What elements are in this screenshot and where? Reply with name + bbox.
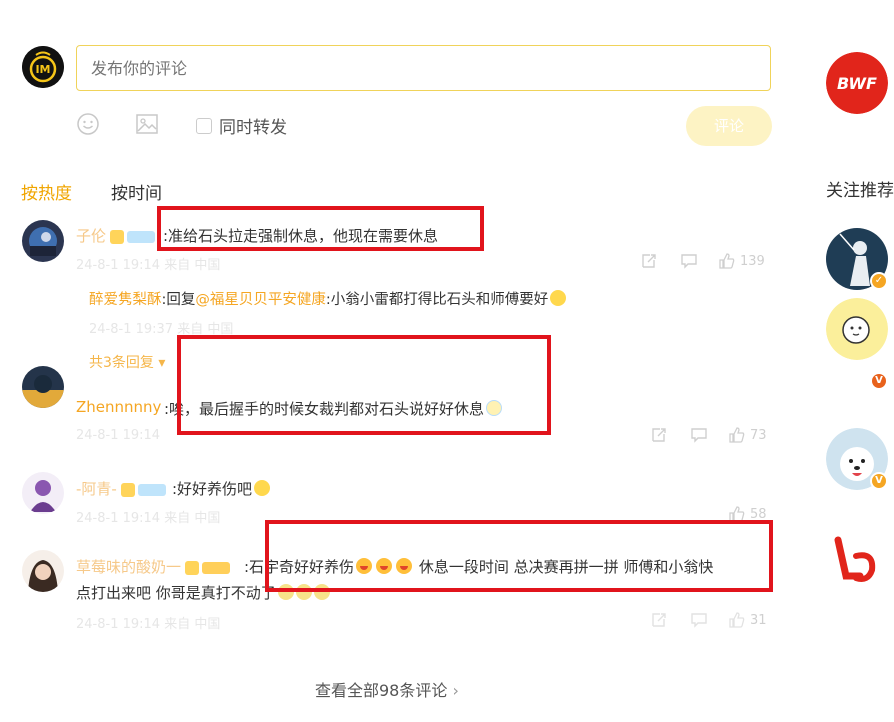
tab-by-time[interactable]: 按时间 bbox=[111, 179, 162, 204]
highlight-box bbox=[265, 520, 773, 592]
verified-badge-icon: ✓ bbox=[870, 272, 888, 290]
repost-option[interactable]: 同时转发 bbox=[196, 113, 287, 138]
emoji-icon[interactable] bbox=[76, 112, 100, 136]
vip-tag-icon bbox=[127, 230, 156, 243]
svg-text:BWF: BWF bbox=[837, 74, 877, 93]
comment-reply-icon[interactable] bbox=[680, 252, 698, 270]
member-badge-icon bbox=[185, 560, 200, 575]
comment-text-part: 点打出来吧 你哥是真打不动了 bbox=[76, 584, 276, 602]
highlight-box bbox=[157, 206, 484, 251]
share-icon[interactable] bbox=[650, 611, 668, 629]
like-button[interactable]: 31 bbox=[728, 611, 767, 629]
like-count: 31 bbox=[750, 612, 767, 628]
comment-header: 草莓味的酸奶一 bbox=[76, 556, 231, 577]
repost-checkbox[interactable] bbox=[196, 117, 212, 134]
user-avatar[interactable]: IM bbox=[22, 46, 64, 88]
comment-reply-icon[interactable] bbox=[690, 611, 708, 629]
comment-reply-icon[interactable] bbox=[690, 426, 708, 444]
highlight-box bbox=[177, 335, 551, 435]
member-badge-icon bbox=[120, 482, 135, 497]
comment-author[interactable]: 草莓味的酸奶一 bbox=[76, 558, 181, 576]
view-all-comments-link[interactable]: 查看全部98条评论 › bbox=[315, 677, 459, 701]
comment-avatar[interactable] bbox=[22, 220, 64, 262]
comment-avatar[interactable] bbox=[22, 550, 64, 592]
like-count: 73 bbox=[750, 427, 767, 443]
bwf-logo[interactable]: BWF bbox=[826, 52, 888, 114]
svg-text:IM: IM bbox=[35, 63, 50, 76]
view-all-label: 查看全部98条评论 bbox=[315, 681, 448, 700]
comment-avatar[interactable] bbox=[22, 472, 64, 514]
comment-meta: 24-8-1 19:14 bbox=[76, 428, 161, 443]
reply-item: 醉爱隽梨酥:回复@福星贝贝平安健康:小翁小雷都打得比石头和师傅要好 bbox=[89, 288, 567, 309]
submit-comment-button[interactable]: 评论 bbox=[686, 106, 772, 146]
comment-meta: 24-8-1 19:14 来自 中国 bbox=[76, 258, 221, 273]
like-button[interactable]: 139 bbox=[718, 252, 765, 270]
share-icon[interactable] bbox=[650, 426, 668, 444]
comment-text: :好好养伤吧 bbox=[172, 478, 271, 499]
chevron-right-icon: › bbox=[452, 681, 459, 700]
verified-badge-icon: V bbox=[870, 472, 888, 490]
like-button[interactable]: 73 bbox=[728, 426, 767, 444]
like-count: 139 bbox=[740, 253, 765, 269]
comment-avatar[interactable] bbox=[22, 366, 64, 408]
comment-text-content: :好好养伤吧 bbox=[172, 480, 253, 498]
sad-emoji-icon bbox=[254, 480, 271, 496]
vip-tag-icon bbox=[137, 483, 166, 496]
comment-meta: 24-8-1 19:14 来自 中国 bbox=[76, 511, 221, 526]
vip-tag-icon bbox=[202, 561, 231, 574]
chevron-down-icon: ▾ bbox=[158, 355, 166, 371]
share-icon[interactable] bbox=[640, 252, 658, 270]
follow-recommend-title: 关注推荐 bbox=[826, 181, 894, 201]
reply-author[interactable]: 醉爱隽梨酥 bbox=[89, 292, 162, 308]
member-badge-icon bbox=[110, 229, 125, 244]
comment-meta: 24-8-1 19:14 来自 中国 bbox=[76, 617, 221, 632]
recommend-avatar[interactable] bbox=[826, 528, 888, 590]
comment-author[interactable]: 子伦 bbox=[76, 227, 106, 245]
comment-author[interactable]: -阿青- bbox=[76, 480, 117, 498]
comment-input[interactable] bbox=[76, 45, 771, 91]
recommend-avatar[interactable] bbox=[826, 298, 888, 360]
more-replies-label: 共3条回复 bbox=[89, 355, 154, 371]
verified-badge-icon: V bbox=[870, 372, 888, 390]
comment-header: -阿青- bbox=[76, 478, 166, 499]
tab-by-hotness[interactable]: 按热度 bbox=[21, 179, 72, 204]
reply-prefix: :回复 bbox=[161, 292, 196, 308]
laugh-emoji-icon bbox=[550, 290, 567, 306]
comment-author[interactable]: Zhennnnny bbox=[76, 398, 161, 416]
repost-label: 同时转发 bbox=[219, 118, 287, 138]
comment-header: 子伦 bbox=[76, 225, 156, 246]
reply-mention[interactable]: @福星贝贝平安健康 bbox=[195, 292, 326, 308]
reply-text: :小翁小雷都打得比石头和师傅要好 bbox=[325, 292, 549, 308]
image-icon[interactable] bbox=[135, 112, 159, 136]
more-replies-link[interactable]: 共3条回复 ▾ bbox=[89, 352, 165, 372]
